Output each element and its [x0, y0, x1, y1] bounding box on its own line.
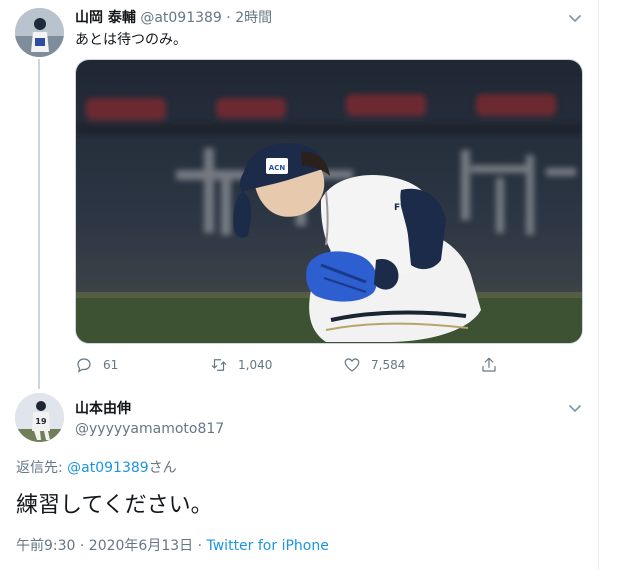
share-button[interactable] [480, 354, 498, 376]
tweet-text: あとは待つのみ。 [75, 32, 187, 48]
tweet-header: 山岡 泰輔 @at091389 · 2時間 [75, 8, 272, 28]
jersey-number: 19 [35, 417, 47, 426]
retweet-count: 1,040 [238, 358, 273, 372]
reply-suffix: さん [148, 460, 177, 476]
user-handle[interactable]: @yyyyyamamoto817 [75, 419, 224, 439]
speech-bubble-icon [77, 358, 91, 373]
like-button[interactable]: 7,584 [343, 354, 405, 376]
display-name[interactable]: 山本由伸 [75, 399, 131, 419]
like-count: 7,584 [371, 358, 406, 372]
tweet-source-link[interactable]: Twitter for iPhone [207, 538, 329, 554]
thread-connector-line [38, 59, 40, 389]
jersey-text: FWD [394, 203, 418, 213]
tweet-time[interactable]: 2時間 [235, 10, 272, 26]
reply-context: 返信先: @at091389さん [16, 458, 177, 478]
separator-dot: · [226, 10, 231, 26]
tweet-timestamp[interactable]: 午前9:30 · 2020年6月13日 · [16, 538, 207, 554]
reply-prefix: 返信先: [16, 460, 68, 476]
tweet-thread: 山岡 泰輔 @at091389 · 2時間 あとは待つのみ。 ACN FWD 6… [0, 0, 599, 570]
display-name[interactable]: 山岡 泰輔 [75, 10, 136, 26]
avatar[interactable]: 19 [15, 393, 64, 442]
reply-count: 61 [103, 358, 119, 372]
heart-icon [344, 358, 360, 372]
reply-to-link[interactable]: @at091389 [67, 460, 149, 476]
tweet-photo[interactable]: ACN FWD [75, 59, 583, 344]
chevron-down-icon[interactable] [566, 399, 584, 417]
reply-button[interactable]: 61 [75, 354, 118, 376]
tweet-actions: 61 1,040 7,584 [75, 354, 515, 376]
share-icon [482, 357, 496, 372]
user-handle[interactable]: @at091389 [140, 10, 222, 26]
retweet-button[interactable]: 1,040 [210, 354, 272, 376]
tweet-meta: 午前9:30 · 2020年6月13日 · Twitter for iPhone [16, 536, 329, 556]
tweet-text: 練習してください。 [16, 493, 213, 518]
chevron-down-icon[interactable] [566, 9, 584, 27]
retweet-icon [211, 359, 227, 371]
avatar[interactable] [15, 8, 64, 57]
cap-logo: ACN [269, 164, 286, 172]
